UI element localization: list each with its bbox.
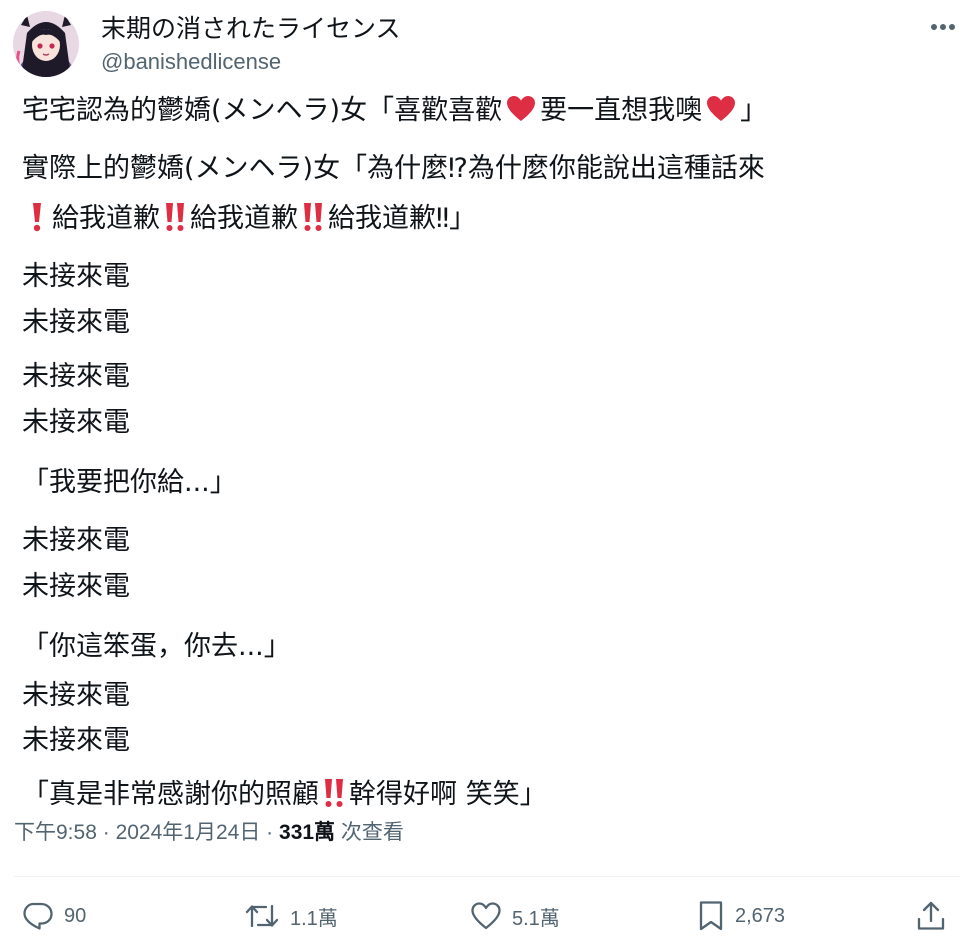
anime-girl-avatar-icon xyxy=(13,11,79,77)
red-exclamation-emoji-icon xyxy=(33,202,41,231)
meta-separator: · xyxy=(266,821,274,844)
tweet-line: 未接來電 xyxy=(22,407,130,438)
views-count: 331萬 xyxy=(279,821,336,844)
tweet-date[interactable]: 2024年1月24日 xyxy=(116,821,261,844)
reply-count: 90 xyxy=(64,904,87,927)
tweet-line: 未接來電 xyxy=(22,307,130,338)
retweet-count: 1.1萬 xyxy=(290,907,338,930)
tweet-line: 給我道歉 給我道歉 給我道歉‼」 xyxy=(22,196,476,242)
tweet-line: 實際上的鬱嬌(メンヘラ)女「為什麼⁉為什麼你能說出這種話來 xyxy=(22,153,765,184)
avatar[interactable] xyxy=(13,11,79,77)
divider xyxy=(14,876,960,877)
share-icon xyxy=(917,901,945,930)
tweet-line: 「真是非常感謝你的照顧 幹得好啊 笑笑」 xyxy=(22,772,547,818)
tweet-time[interactable]: 下午9:58 xyxy=(14,821,97,844)
red-heart-emoji-icon xyxy=(507,95,536,121)
retweet-button[interactable]: 1.1萬 xyxy=(244,898,338,934)
views-label: 次查看 xyxy=(340,821,404,844)
bookmark-count: 2,673 xyxy=(735,904,786,927)
tweet-line: 未接來電 xyxy=(22,680,130,711)
tweet-line: 未接來電 xyxy=(22,361,130,392)
tweet-line: 「你這笨蛋，你去...」 xyxy=(22,631,291,662)
tweet-line: 「我要把你給...」 xyxy=(22,467,237,498)
like-button[interactable]: 5.1萬 xyxy=(470,898,560,934)
red-heart-emoji-icon xyxy=(707,95,736,121)
heart-icon xyxy=(471,902,501,930)
tweet-meta: 下午9:58 · 2024年1月24日 · 331萬 次查看 xyxy=(14,818,404,848)
bookmark-icon xyxy=(699,901,723,931)
tweet-line: 未接來電 xyxy=(22,725,130,756)
author-handle[interactable]: @banishedlicense xyxy=(101,48,281,76)
tweet-line: 未接來電 xyxy=(22,571,130,602)
share-button[interactable] xyxy=(916,898,946,934)
tweet-line: 未接來電 xyxy=(22,525,130,556)
author-display-name[interactable]: 末期の消されたライセンス xyxy=(101,12,401,46)
like-count: 5.1萬 xyxy=(512,907,560,930)
meta-separator: · xyxy=(102,821,110,844)
red-double-exclamation-emoji-icon xyxy=(304,202,322,231)
reply-icon xyxy=(23,902,53,930)
reply-button[interactable]: 90 xyxy=(20,898,86,934)
bookmark-button[interactable]: 2,673 xyxy=(697,898,785,934)
tweet-line: 宅宅認為的鬱嬌(メンヘラ)女「喜歡喜歡 要一直想我噢」 xyxy=(22,95,768,126)
red-double-exclamation-emoji-icon xyxy=(325,778,343,807)
more-dots-icon xyxy=(931,24,955,30)
retweet-icon xyxy=(245,904,279,928)
tweet-line: 未接來電 xyxy=(22,261,130,292)
more-options-button[interactable] xyxy=(928,14,958,40)
red-double-exclamation-emoji-icon xyxy=(166,202,184,231)
